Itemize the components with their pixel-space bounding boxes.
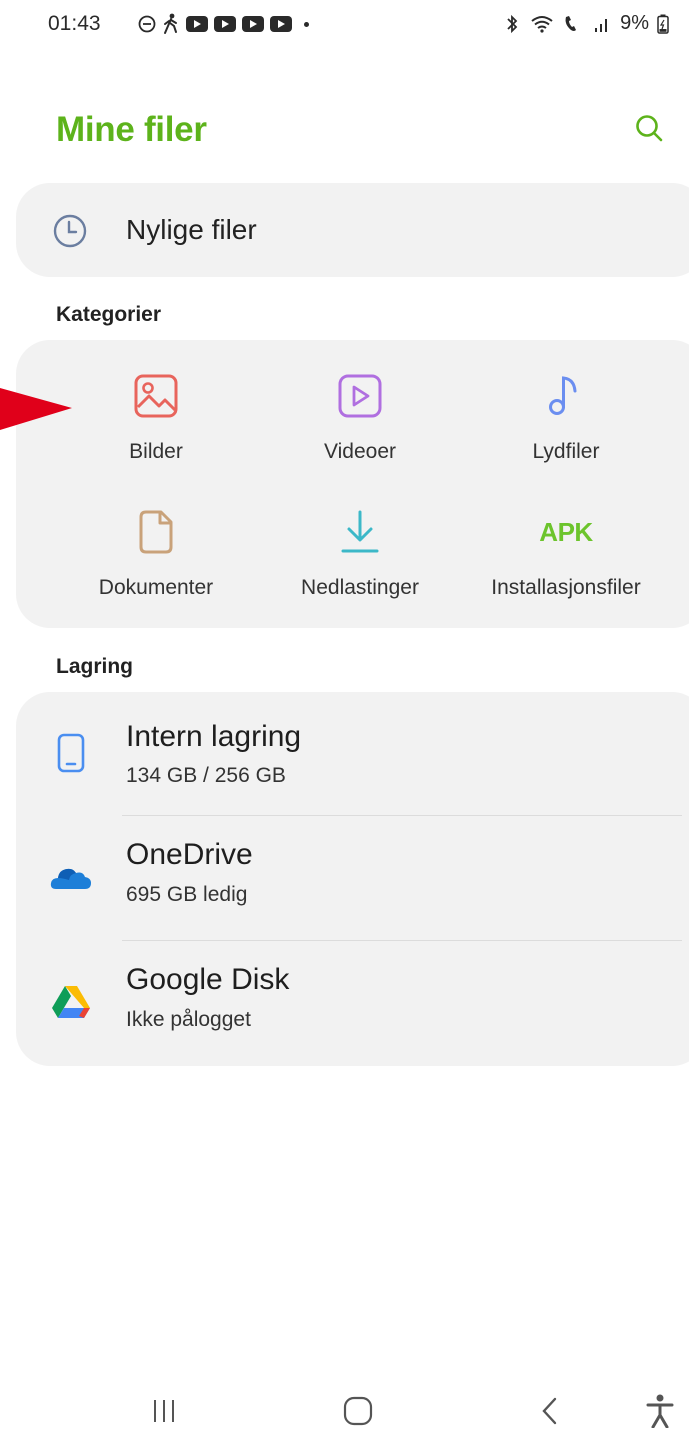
category-installation-files[interactable]: APK Installasjonsfiler xyxy=(456,506,676,626)
storage-name: OneDrive xyxy=(126,838,253,871)
storage-capacity: Ikke pålogget xyxy=(126,1008,251,1031)
category-label: Nedlastinger xyxy=(301,576,419,599)
categories-card: Bilder Videoer Lydfiler Dokumenter Nedla… xyxy=(16,340,689,628)
storage-name: Intern lagring xyxy=(126,720,302,753)
storage-item-internal[interactable]: Intern lagring 134 GB / 256 GB xyxy=(16,692,689,816)
storage-card: Intern lagring 134 GB / 256 GB OneDrive … xyxy=(16,692,689,1066)
storage-name: Google Disk xyxy=(126,963,290,996)
storage-capacity: 695 GB ledig xyxy=(126,883,248,906)
music-note-icon xyxy=(540,370,592,422)
recent-files-button[interactable]: Nylige filer xyxy=(16,183,689,277)
category-videos[interactable]: Videoer xyxy=(250,370,470,490)
category-images[interactable]: Bilder xyxy=(46,370,266,490)
youtube-notification-icon xyxy=(186,16,208,32)
navigation-bar xyxy=(0,1370,689,1429)
battery-percentage: 9% xyxy=(620,12,649,34)
apk-icon-text: APK xyxy=(539,516,593,547)
back-icon xyxy=(542,1397,557,1425)
do-not-disturb-icon xyxy=(138,15,156,33)
battery-icon xyxy=(657,14,669,34)
signal-icon xyxy=(595,18,608,32)
category-documents[interactable]: Dokumenter xyxy=(46,506,266,626)
page-title: Mine filer xyxy=(56,110,207,149)
categories-heading: Kategorier xyxy=(56,303,162,326)
status-bar: 01:43 9% xyxy=(0,0,689,50)
home-icon xyxy=(343,1396,373,1426)
category-label: Videoer xyxy=(323,440,396,463)
annotation-arrow xyxy=(0,388,72,430)
category-label: Dokumenter xyxy=(98,576,214,599)
search-button[interactable] xyxy=(632,112,666,146)
walking-icon xyxy=(164,13,177,34)
search-icon xyxy=(636,115,663,142)
storage-item-onedrive[interactable]: OneDrive 695 GB ledig xyxy=(16,816,689,940)
status-time: 01:43 xyxy=(48,12,101,35)
youtube-notification-icon xyxy=(214,16,236,32)
category-label: Lydfiler xyxy=(532,440,600,463)
onedrive-icon xyxy=(50,856,92,898)
bluetooth-icon xyxy=(507,14,518,33)
accessibility-icon xyxy=(646,1394,674,1428)
apk-icon: APK xyxy=(539,506,593,558)
storage-capacity: 134 GB / 256 GB xyxy=(126,764,286,787)
youtube-notification-icon xyxy=(242,16,264,32)
recent-apps-icon xyxy=(154,1400,174,1422)
clock-icon xyxy=(53,214,87,248)
category-downloads[interactable]: Nedlastinger xyxy=(250,506,470,626)
google-drive-icon xyxy=(50,981,92,1023)
document-icon xyxy=(130,506,182,558)
phone-icon xyxy=(50,732,92,774)
wifi-calling-icon xyxy=(565,15,577,31)
youtube-notification-icon xyxy=(270,16,292,32)
storage-heading: Lagring xyxy=(56,655,133,678)
category-audio[interactable]: Lydfiler xyxy=(456,370,676,490)
category-label: Installasjonsfiler xyxy=(491,576,641,599)
notification-icons xyxy=(138,12,309,36)
download-icon xyxy=(334,506,386,558)
image-icon xyxy=(130,370,182,422)
system-icons: 9% xyxy=(502,12,669,35)
category-label: Bilder xyxy=(129,440,183,463)
wifi-icon xyxy=(531,15,553,33)
more-notifications-icon xyxy=(304,21,309,27)
recent-files-label: Nylige filer xyxy=(126,214,257,245)
video-icon xyxy=(334,370,386,422)
storage-item-google-drive[interactable]: Google Disk Ikke pålogget xyxy=(16,941,689,1065)
